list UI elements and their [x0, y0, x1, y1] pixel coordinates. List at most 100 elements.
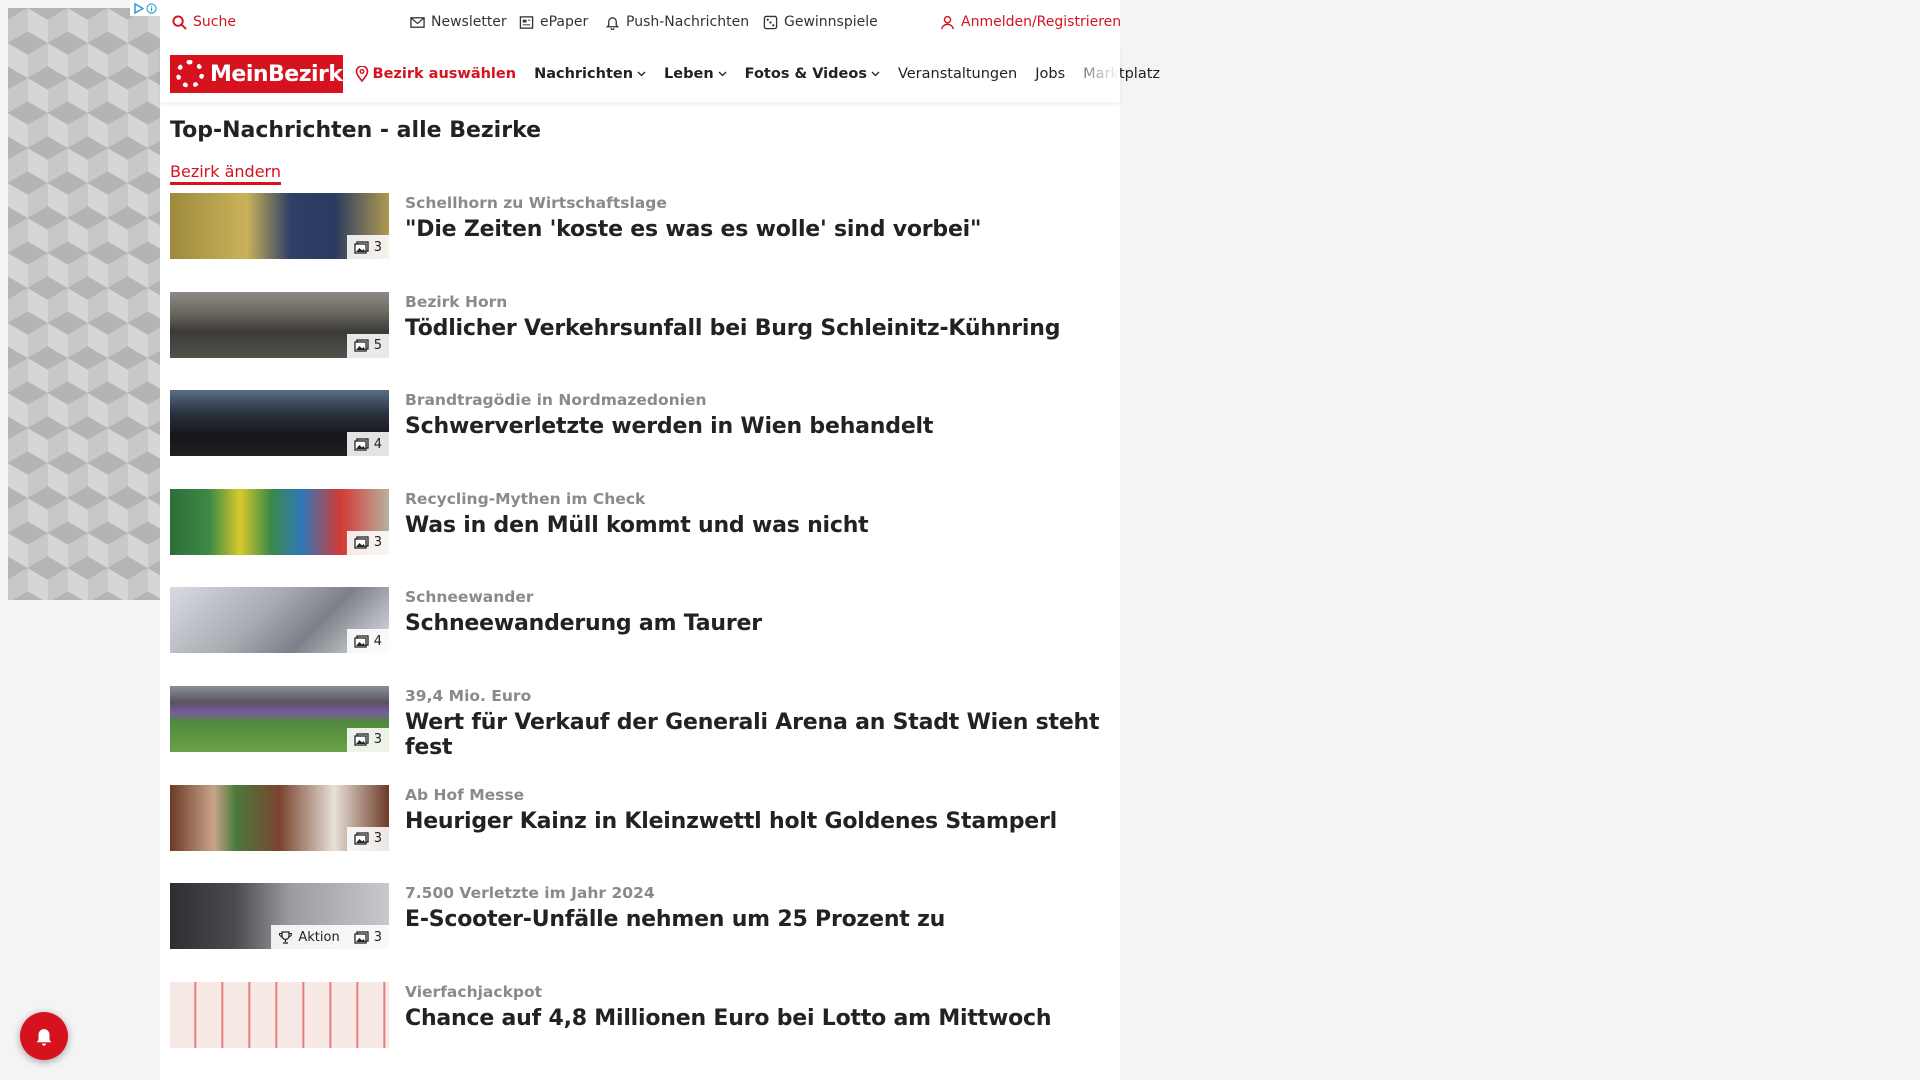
gallery-icon	[354, 339, 369, 352]
article-kicker: 39,4 Mio. Euro	[405, 686, 532, 705]
nav-item-label: Veranstaltungen	[897, 66, 1018, 82]
utility-bar: Suche Newsletter ePaper Push-Nachrichten…	[160, 0, 1121, 46]
article-headline[interactable]: E-Scooter-Unfälle nehmen um 25 Prozent z…	[405, 907, 945, 932]
search-link[interactable]: Suche	[172, 14, 236, 30]
photo-count: 3	[373, 732, 382, 748]
gallery-icon	[354, 635, 369, 648]
main-content: Suche Newsletter ePaper Push-Nachrichten…	[160, 0, 1160, 1080]
nav-fade-overlay	[1060, 46, 1120, 102]
article-thumbnail[interactable]: 3	[170, 488, 389, 555]
nav-item-fotos-videos[interactable]: Fotos & Videos	[745, 66, 880, 82]
change-district-link[interactable]: Bezirk ändern	[170, 162, 281, 185]
section-title: Top-Nachrichten - alle Bezirke	[170, 118, 542, 143]
gewinnspiele-link[interactable]: Gewinnspiele	[763, 14, 878, 30]
article-thumbnail[interactable]: 3	[170, 193, 389, 259]
article-item[interactable]: 3 Ab Hof Messe Heuriger Kainz in Kleinzw…	[170, 784, 1110, 884]
newspaper-icon	[519, 15, 534, 29]
photo-count-badge: 3	[346, 727, 389, 752]
meinbezirk-logo[interactable]: MeinBezirk	[170, 55, 343, 93]
epaper-link[interactable]: ePaper	[519, 14, 588, 30]
article-item[interactable]: 3 Recycling-Mythen im Check Was in den M…	[170, 488, 1110, 588]
location-pin-icon	[355, 66, 368, 82]
search-icon	[172, 14, 187, 30]
photo-count-badge: 4	[346, 432, 389, 457]
photo-count: 5	[373, 338, 382, 354]
notification-bell-button[interactable]	[20, 1012, 68, 1060]
article-thumbnail[interactable]: 3	[170, 685, 389, 752]
login-label: Anmelden/Registrieren	[961, 14, 1122, 30]
article-thumbnail[interactable]: Aktion 3	[170, 883, 389, 950]
epaper-label: ePaper	[540, 14, 589, 30]
chevron-down-icon	[871, 71, 880, 77]
bell-icon	[605, 16, 620, 30]
photo-count: 3	[373, 929, 382, 945]
article-headline[interactable]: Chance auf 4,8 Millionen Euro bei Lotto …	[405, 1006, 1052, 1031]
ad-choices-icon[interactable]	[130, 0, 160, 16]
photo-count-badge: 4	[346, 629, 389, 654]
bell-icon	[36, 1029, 52, 1046]
photo-count: 4	[373, 436, 382, 452]
gallery-icon	[354, 931, 369, 944]
article-headline[interactable]: Was in den Müll kommt und was nicht	[405, 513, 869, 538]
nav-item-label: Nachrichten	[534, 66, 634, 82]
chevron-down-icon	[718, 71, 727, 77]
article-item[interactable]: 4 Brandtragödie in Nordmazedonien Schwer…	[170, 390, 1110, 489]
action-badge: Aktion	[271, 925, 347, 950]
article-thumbnail[interactable]: 4	[170, 587, 389, 654]
nav-item-veranstaltungen[interactable]: Veranstaltungen	[898, 66, 1017, 82]
article-headline[interactable]: Heuriger Kainz in Kleinzwettl holt Golde…	[405, 809, 1057, 834]
article-item[interactable]: Aktion 3 7.500 Verletzte im Jahr 2024 E-…	[170, 883, 1110, 982]
article-headline[interactable]: "Die Zeiten 'koste es was es wolle' sind…	[405, 217, 981, 242]
select-district-label: Bezirk auswählen	[372, 66, 517, 82]
select-district-button[interactable]: Bezirk auswählen	[355, 66, 517, 82]
login-link[interactable]: Anmelden/Registrieren	[940, 14, 1121, 30]
article-kicker: 7.500 Verletzte im Jahr 2024	[405, 884, 655, 903]
article-thumbnail[interactable]	[170, 981, 389, 1048]
main-navigation: MeinBezirk Bezirk auswählen Nachrichten …	[160, 46, 1160, 102]
article-item[interactable]: Vierfachjackpot Chance auf 4,8 Millionen…	[170, 981, 1110, 1080]
logo-text: MeinBezirk	[210, 61, 343, 87]
newsletter-label: Newsletter	[431, 14, 507, 30]
article-thumbnail[interactable]: 5	[170, 291, 389, 358]
logo-mark-icon	[176, 60, 204, 88]
article-item[interactable]: 3 Schellhorn zu Wirtschaftslage "Die Zei…	[170, 193, 1110, 292]
photo-count: 4	[373, 633, 382, 649]
gallery-icon	[354, 733, 369, 747]
nav-item-leben[interactable]: Leben	[664, 66, 727, 82]
gallery-icon	[354, 832, 369, 845]
article-headline[interactable]: Schneewanderung am Taurer	[405, 611, 762, 636]
article-headline[interactable]: Schwerverletzte werden in Wien behandelt	[405, 414, 933, 439]
article-item[interactable]: 4 Schneewander Schneewanderung am Taurer	[170, 587, 1110, 686]
dice-icon	[763, 15, 778, 29]
user-icon	[941, 15, 954, 29]
search-label: Suche	[193, 14, 236, 30]
action-label: Aktion	[298, 929, 340, 945]
article-headline[interactable]: Wert für Verkauf der Generali Arena an S…	[405, 710, 1110, 760]
push-label: Push-Nachrichten	[626, 14, 750, 30]
article-thumbnail[interactable]: 3	[170, 784, 389, 851]
nav-item-label: Leben	[664, 66, 714, 82]
gallery-icon	[354, 536, 369, 549]
trophy-icon	[279, 931, 293, 944]
article-kicker: Brandtragödie in Nordmazedonien	[405, 391, 707, 410]
article-thumbnail[interactable]: 4	[170, 390, 389, 457]
gallery-icon	[354, 438, 369, 451]
photo-count-badge: 3	[346, 530, 389, 555]
article-headline[interactable]: Tödlicher Verkehrsunfall bei Burg Schlei…	[405, 316, 1060, 341]
newsletter-link[interactable]: Newsletter	[410, 14, 507, 30]
article-kicker: Ab Hof Messe	[405, 785, 525, 804]
photo-count-badge: 3	[346, 235, 389, 259]
article-item[interactable]: 3 39,4 Mio. Euro Wert für Verkauf der Ge…	[170, 685, 1110, 785]
chevron-down-icon	[637, 71, 646, 77]
gallery-icon	[354, 240, 369, 254]
photo-count: 3	[373, 239, 382, 255]
article-kicker: Vierfachjackpot	[405, 982, 543, 1001]
left-advertisement[interactable]	[8, 8, 160, 600]
article-kicker: Bezirk Horn	[405, 292, 508, 311]
article-list: 3 Schellhorn zu Wirtschaftslage "Die Zei…	[170, 193, 1110, 1080]
photo-count-badge: 5	[346, 333, 389, 358]
push-notifications-link[interactable]: Push-Nachrichten	[605, 14, 749, 30]
nav-item-nachrichten[interactable]: Nachrichten	[534, 66, 646, 82]
article-item[interactable]: 5 Bezirk Horn Tödlicher Verkehrsunfall b…	[170, 291, 1110, 391]
article-kicker: Recycling-Mythen im Check	[405, 489, 646, 508]
